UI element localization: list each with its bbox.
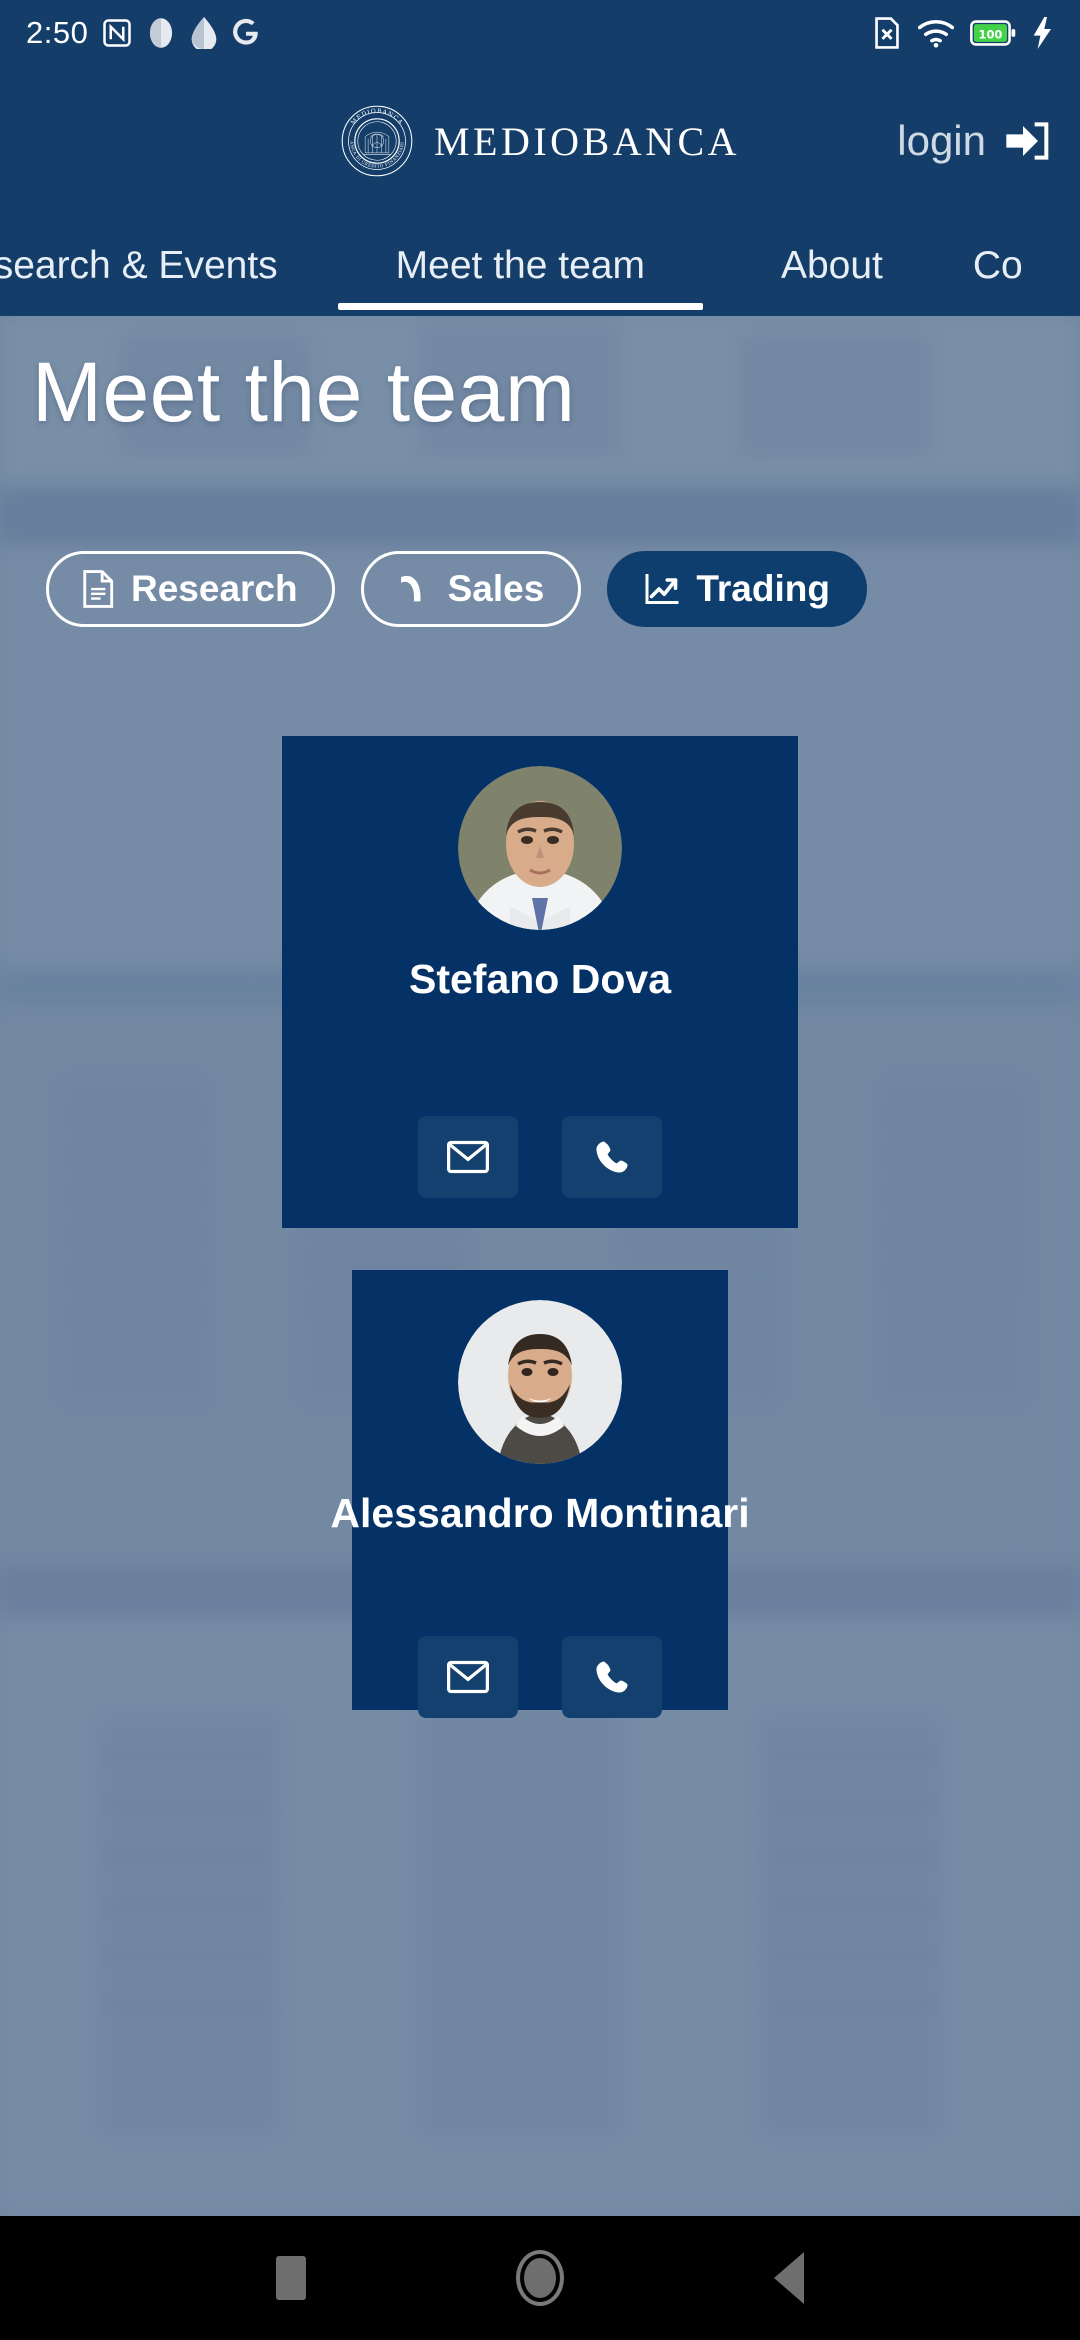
line-chart-icon xyxy=(644,572,680,606)
chip-research[interactable]: Research xyxy=(46,551,335,627)
login-button[interactable]: login xyxy=(897,117,1050,165)
sign-in-icon xyxy=(1006,121,1050,161)
team-card[interactable]: Stefano Dova xyxy=(282,736,798,1228)
contact-actions xyxy=(282,1116,798,1198)
charging-bolt-icon xyxy=(1032,17,1054,49)
home-icon[interactable] xyxy=(516,2250,564,2306)
phone-button[interactable] xyxy=(562,1636,662,1718)
tab-label: esearch & Events xyxy=(0,244,278,287)
chip-label: Trading xyxy=(696,568,830,609)
main-nav-tabs[interactable]: esearch & Events Meet the team About Co xyxy=(0,216,1080,316)
login-label: login xyxy=(897,117,986,164)
document-icon xyxy=(83,570,115,608)
app-icon-half-circle xyxy=(146,17,176,49)
battery-icon: 100 xyxy=(970,19,1016,47)
wifi-icon xyxy=(917,18,955,48)
nfc-icon xyxy=(102,18,132,48)
status-bar: 2:50 100 xyxy=(0,0,1080,66)
status-bar-right: 100 xyxy=(872,16,1054,50)
avatar xyxy=(458,1300,622,1464)
tab-contacts[interactable]: Co xyxy=(943,216,1053,316)
phone-icon xyxy=(594,1139,630,1175)
app-icon-leaf xyxy=(190,17,218,52)
tab-research-events[interactable]: esearch & Events xyxy=(0,216,320,316)
avatar xyxy=(458,766,622,930)
team-card[interactable]: Alessandro Montinari xyxy=(330,1270,750,1718)
tab-label: Co xyxy=(972,244,1023,287)
tab-label: Meet the team xyxy=(395,244,645,287)
team-filter-chips[interactable]: Research Sales Trading xyxy=(46,551,867,627)
svg-text:MEDIOBANCA: MEDIOBANCA xyxy=(350,108,405,127)
person-name: Alessandro Montinari xyxy=(330,1490,750,1536)
phone-handset-icon xyxy=(398,572,432,606)
phone-icon xyxy=(594,1659,630,1695)
status-bar-left: 2:50 xyxy=(26,15,260,52)
android-nav-bar[interactable] xyxy=(0,2216,1080,2340)
phone-button[interactable] xyxy=(562,1116,662,1198)
chip-label: Research xyxy=(131,568,298,609)
person-name: Stefano Dova xyxy=(409,956,671,1002)
email-button[interactable] xyxy=(418,1636,518,1718)
back-icon[interactable] xyxy=(774,2252,804,2304)
contact-actions xyxy=(352,1636,728,1718)
chip-trading[interactable]: Trading xyxy=(607,551,867,627)
status-clock: 2:50 xyxy=(26,15,89,50)
envelope-icon xyxy=(447,1660,489,1694)
email-button[interactable] xyxy=(418,1116,518,1198)
no-sim-icon xyxy=(872,16,902,50)
page-title: Meet the team xyxy=(32,345,576,439)
recents-icon[interactable] xyxy=(276,2256,306,2300)
team-card-list: Stefano Dova Alessandro Montinari xyxy=(0,736,1080,1752)
svg-text:100: 100 xyxy=(979,28,1003,42)
site-header: MEDIOBANCA BANCA DI CREDITO FINANZIARIO … xyxy=(0,66,1080,216)
chip-label: Sales xyxy=(447,568,545,609)
tab-label: About xyxy=(780,244,883,287)
tab-meet-the-team[interactable]: Meet the team xyxy=(320,216,721,316)
brand-wordmark: MEDIOBANCA xyxy=(433,118,741,164)
envelope-icon xyxy=(447,1140,489,1174)
tab-about[interactable]: About xyxy=(721,216,943,316)
brand-logo[interactable]: MEDIOBANCA BANCA DI CREDITO FINANZIARIO … xyxy=(338,100,741,178)
mediobanca-seal-icon: MEDIOBANCA BANCA DI CREDITO FINANZIARIO xyxy=(338,100,414,178)
google-icon xyxy=(232,18,260,48)
page-content: Meet the team Research Sales Trading Ste… xyxy=(0,316,1080,2216)
chip-sales[interactable]: Sales xyxy=(360,551,582,627)
